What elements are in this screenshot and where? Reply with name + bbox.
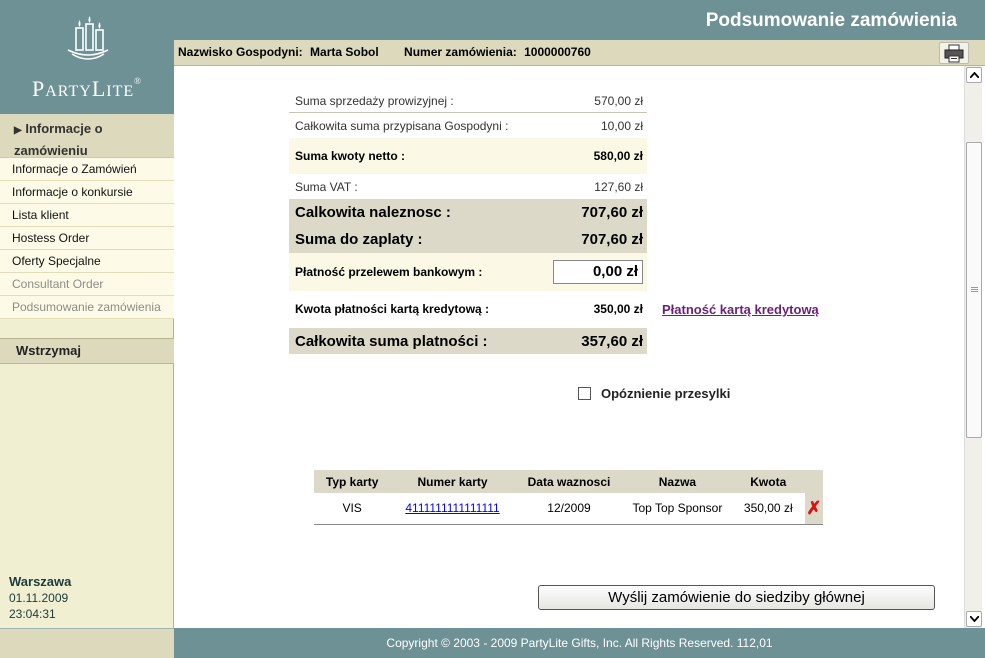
chevron-up-icon bbox=[970, 72, 979, 78]
card-payments-table: Typ karty Numer karty Data waznosci Nazw… bbox=[314, 470, 823, 525]
bank-transfer-input[interactable]: 0,00 zł bbox=[553, 260, 643, 284]
commission-sales-value: 570,00 zł bbox=[594, 93, 643, 108]
vat-label: Suma VAT : bbox=[295, 180, 358, 194]
vat-value: 127,60 zł bbox=[594, 180, 643, 194]
nav-section-title: Informacje o zamówieniu bbox=[14, 121, 103, 158]
date-label: 01.11.2009 bbox=[9, 591, 69, 605]
scrollbar-thumb[interactable] bbox=[966, 142, 982, 438]
header-card-number: Numer karty bbox=[390, 470, 515, 493]
payments-total-value: 357,60 zł bbox=[581, 332, 643, 350]
card-payment-row: Kwota płatności kartą kredytową : 350,00… bbox=[289, 294, 647, 324]
total-due-label: Calkowita naleznosc : bbox=[295, 204, 451, 221]
payments-total-label: Całkowita suma platności : bbox=[295, 332, 488, 350]
page-header: Podsumowanie zamówienia bbox=[174, 0, 985, 40]
bank-transfer-label: Płatność przelewem bankowym : bbox=[295, 265, 483, 279]
candles-logo-icon bbox=[67, 16, 109, 60]
table-row: VIS 4111111111111111 12/2009 Top Top Spo… bbox=[314, 493, 823, 525]
total-due-row: Calkowita naleznosc : 707,60 zł bbox=[289, 199, 647, 226]
host-total-label: Całkowita suma przypisana Gospodyni : bbox=[295, 119, 509, 133]
total-due-value: 707,60 zł bbox=[581, 204, 643, 221]
table-header-row: Typ karty Numer karty Data waznosci Nazw… bbox=[314, 470, 823, 493]
to-pay-row: Suma do zaplaty : 707,60 zł bbox=[289, 226, 647, 253]
net-total-label: Suma kwoty netto : bbox=[295, 149, 406, 163]
card-number-cell: 4111111111111111 bbox=[390, 493, 515, 525]
chevron-down-icon bbox=[970, 616, 979, 622]
card-payment-label: Kwota płatności kartą kredytową : bbox=[295, 302, 490, 316]
delete-cell: ✗ bbox=[804, 493, 823, 525]
credit-card-payment-link[interactable]: Płatność kartą kredytową bbox=[662, 302, 819, 317]
net-total-value: 580,00 zł bbox=[593, 149, 643, 163]
vat-row: Suma VAT : 127,60 zł bbox=[289, 175, 647, 199]
net-total-row: Suma kwoty netto : 580,00 zł bbox=[289, 138, 647, 174]
hold-button[interactable]: Wstrzymaj bbox=[0, 338, 174, 364]
card-payment-value: 350,00 zł bbox=[593, 302, 643, 316]
sidebar-item-order-summary: Podsumowanie zamówienia bbox=[0, 296, 174, 319]
delete-icon[interactable]: ✗ bbox=[806, 498, 821, 518]
commission-sales-row: Suma sprzedaży prowizyjnej : 570,00 zł bbox=[289, 89, 647, 113]
printer-icon bbox=[944, 44, 964, 63]
sidebar-item-order-info[interactable]: Informacje o Zamówień bbox=[0, 158, 174, 181]
shipping-delay-option[interactable]: Opóznienie przesylki bbox=[578, 386, 730, 401]
triangle-right-icon: ▶ bbox=[14, 125, 22, 136]
location-info: Warszawa 01.11.2009 23:04:31 bbox=[9, 574, 71, 622]
shipping-delay-label: Opóznienie przesylki bbox=[601, 386, 731, 401]
card-number-link[interactable]: 4111111111111111 bbox=[405, 501, 499, 515]
card-type-cell: VIS bbox=[314, 493, 391, 525]
host-value: Marta Sobol bbox=[310, 45, 379, 59]
city-label: Warszawa bbox=[9, 574, 72, 589]
submit-order-button[interactable]: Wyślij zamówienie do siedziby głównej bbox=[538, 585, 935, 610]
page-title: Podsumowanie zamówienia bbox=[705, 10, 957, 31]
sidebar: PARTYLITE® ▶ Informacje o zamówieniu Inf… bbox=[0, 0, 174, 658]
amount-cell: 350,00 zł bbox=[731, 493, 805, 525]
print-button[interactable] bbox=[939, 42, 969, 64]
header-amount: Kwota bbox=[731, 470, 805, 493]
commission-sales-label: Suma sprzedaży prowizyjnej : bbox=[295, 93, 454, 108]
host-total-row: Całkowita suma przypisana Gospodyni : 10… bbox=[289, 114, 647, 138]
expiry-cell: 12/2009 bbox=[514, 493, 624, 525]
shipping-delay-checkbox[interactable] bbox=[578, 387, 591, 400]
payments-total-row: Całkowita suma platności : 357,60 zł bbox=[289, 328, 647, 354]
brand-name: PARTYLITE® bbox=[31, 76, 142, 101]
to-pay-label: Suma do zaplaty : bbox=[295, 231, 423, 248]
name-cell: Top Top Sponsor bbox=[623, 493, 732, 525]
sidebar-item-client-list[interactable]: Lista klient bbox=[0, 204, 174, 227]
header-expiry: Data waznosci bbox=[514, 470, 624, 493]
vertical-scrollbar[interactable] bbox=[964, 66, 982, 628]
order-info-bar: Nazwisko Gospodyni: Marta Sobol Numer za… bbox=[174, 40, 985, 66]
bank-transfer-row: Płatność przelewem bankowym : 0,00 zł bbox=[289, 253, 647, 291]
header-spacer bbox=[804, 470, 823, 493]
header-name: Nazwa bbox=[623, 470, 732, 493]
partylite-logo: PARTYLITE® bbox=[0, 0, 174, 114]
scroll-down-button[interactable] bbox=[966, 611, 982, 627]
sidebar-item-special-offers[interactable]: Oferty Specjalne bbox=[0, 250, 174, 273]
header-card-type: Typ karty bbox=[314, 470, 391, 493]
host-label: Nazwisko Gospodyni: bbox=[178, 45, 303, 59]
order-number-label: Numer zamówienia: bbox=[404, 45, 517, 59]
sidebar-footer bbox=[0, 628, 174, 658]
sidebar-item-consultant-order: Consultant Order bbox=[0, 273, 174, 296]
sidebar-item-hostess-order[interactable]: Hostess Order bbox=[0, 227, 174, 250]
time-label: 23:04:31 bbox=[9, 607, 56, 621]
order-number-value: 1000000760 bbox=[524, 45, 591, 59]
host-total-value: 10,00 zł bbox=[600, 119, 643, 133]
scroll-up-button[interactable] bbox=[966, 67, 982, 83]
sidebar-item-contest-info[interactable]: Informacje o konkursie bbox=[0, 181, 174, 204]
nav-section-order-info[interactable]: ▶ Informacje o zamówieniu bbox=[0, 114, 174, 158]
page-footer: Copyright © 2003 - 2009 PartyLite Gifts,… bbox=[174, 628, 985, 658]
to-pay-value: 707,60 zł bbox=[581, 231, 643, 248]
